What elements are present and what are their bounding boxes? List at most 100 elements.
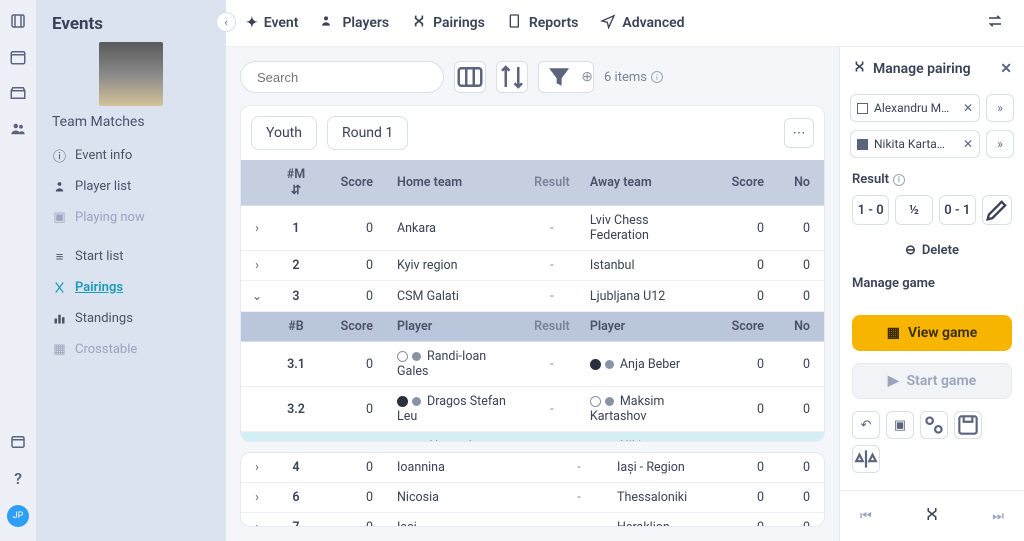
expand-icon[interactable]: ⌄ <box>241 281 273 312</box>
tab-event[interactable]: ✦Event <box>246 15 298 31</box>
col-away[interactable]: Away team <box>582 160 710 206</box>
category-select[interactable]: Youth <box>251 116 317 150</box>
start-game-button[interactable]: ▶Start game <box>852 363 1012 399</box>
pairings-icon <box>411 13 427 33</box>
col-sub-result[interactable]: Result <box>522 312 582 342</box>
board-row[interactable]: 3.20 Dragos Stefan Leu - Maksim Kartasho… <box>241 387 824 432</box>
users-icon[interactable] <box>9 120 27 138</box>
sort-button[interactable] <box>496 61 528 93</box>
sidebar-item-event-info[interactable]: ⓘEvent info <box>36 140 226 171</box>
remove-black-button[interactable]: ✕ <box>963 137 973 151</box>
balance-button[interactable] <box>852 445 880 473</box>
board-row[interactable]: 3.30 Alexandru Mohonea - Nikita Kartasho… <box>241 432 824 443</box>
color-dot-icon <box>590 396 601 407</box>
match-row[interactable]: › 10Ankara -Lviv Chess Federation00 <box>241 206 824 251</box>
match-row[interactable]: › 60Nicosia -Thessaloniki00 <box>241 483 824 513</box>
pairing-nav: ⏮ ⏭ <box>840 490 1024 541</box>
result-draw-button[interactable]: ½ <box>895 195 932 225</box>
swap-icon[interactable] <box>986 12 1004 34</box>
board-button[interactable]: ▣ <box>886 411 914 439</box>
reports-icon <box>507 13 523 33</box>
close-panel-button[interactable]: ✕ <box>1000 61 1012 77</box>
logo-icon[interactable] <box>9 12 27 30</box>
col-m[interactable]: #M ⇵ <box>273 160 319 206</box>
filter-button[interactable]: ⊕ <box>538 61 594 93</box>
match-row[interactable]: › 20Kyiv region -Istanbul00 <box>241 251 824 281</box>
user-avatar-badge[interactable]: JP <box>7 505 29 527</box>
next-button[interactable]: ⏭ <box>992 509 1004 524</box>
view-game-button[interactable]: ▦View game <box>852 315 1012 351</box>
color-dot-icon <box>590 359 601 370</box>
manage-game-label: Manage game <box>852 276 935 291</box>
result-edit-button[interactable] <box>982 195 1012 225</box>
black-player-chip[interactable]: Nikita Karta…✕ <box>850 130 980 158</box>
more-button[interactable]: ⋯ <box>784 118 814 148</box>
sidebar-item-crosstable[interactable]: ▦Crosstable <box>36 334 226 365</box>
sidebar-item-player-list[interactable]: Player list <box>36 171 226 202</box>
col-score1[interactable]: Score <box>319 160 389 206</box>
prev-button[interactable]: ⏮ <box>860 509 872 524</box>
expand-icon[interactable]: › <box>241 483 273 513</box>
event-name: Team Matches <box>36 114 226 140</box>
sidebar-item-standings[interactable]: Standings <box>36 303 226 334</box>
col-p2[interactable]: Player <box>582 312 710 342</box>
status-dot-icon <box>412 352 421 361</box>
col-sub-no[interactable]: No <box>780 312 824 342</box>
status-dot-icon <box>605 397 614 406</box>
result-0-1-button[interactable]: 0 - 1 <box>939 195 976 225</box>
info-icon: ⓘ <box>52 148 67 163</box>
window-icon[interactable] <box>9 433 27 451</box>
col-sub-score2[interactable]: Score <box>710 312 780 342</box>
swap-black-button[interactable]: » <box>986 130 1014 158</box>
delete-pairing-button[interactable]: ⊖Delete <box>840 235 1024 266</box>
col-sub-score1[interactable]: Score <box>319 312 389 342</box>
status-dot-icon <box>412 397 421 406</box>
help-icon[interactable]: ? <box>9 469 27 487</box>
tab-reports[interactable]: Reports <box>507 13 579 33</box>
save-button[interactable] <box>954 411 982 439</box>
tab-pairings[interactable]: Pairings <box>411 13 485 33</box>
tab-players[interactable]: Players <box>320 13 389 33</box>
remove-white-button[interactable]: ✕ <box>963 101 973 115</box>
swap-white-button[interactable]: » <box>986 94 1014 122</box>
center-nav-button[interactable] <box>923 505 941 527</box>
search-input-wrap[interactable] <box>240 61 444 93</box>
col-home[interactable]: Home team <box>389 160 522 206</box>
add-filter-icon: ⊕ <box>581 69 593 85</box>
white-player-chip[interactable]: Alexandru M…✕ <box>850 94 980 122</box>
settings-button[interactable] <box>920 411 948 439</box>
columns-button[interactable] <box>454 61 486 93</box>
result-1-0-button[interactable]: 1 - 0 <box>852 195 889 225</box>
board-row[interactable]: 3.10 Randi-Ioan Gales - Anja Beber 00 <box>241 342 824 387</box>
pairings-card: Youth Round 1 ⋯ #M ⇵ Score Home team Res… <box>240 105 825 442</box>
sidebar-item-pairings[interactable]: Pairings <box>36 272 226 303</box>
standings-icon <box>52 311 67 326</box>
collapse-sidebar-button[interactable]: ‹ <box>216 12 236 32</box>
col-score2[interactable]: Score <box>710 160 780 206</box>
calendar-icon[interactable] <box>9 48 27 66</box>
users-icon <box>320 13 336 33</box>
round-select[interactable]: Round 1 <box>327 116 408 150</box>
search-input[interactable] <box>257 70 433 85</box>
col-no[interactable]: No <box>780 160 824 206</box>
color-dot-icon <box>397 396 408 407</box>
items-count: 6 itemsi <box>604 70 663 85</box>
expand-icon[interactable]: › <box>241 251 273 281</box>
col-b[interactable]: #B <box>273 312 319 342</box>
expand-icon[interactable]: › <box>241 453 273 483</box>
archive-icon[interactable] <box>9 84 27 102</box>
toolbar: ⊕ 6 itemsi <box>240 61 825 93</box>
expand-icon[interactable]: › <box>241 513 273 527</box>
sidebar-item-playing-now[interactable]: ▣Playing now <box>36 202 226 233</box>
match-row[interactable]: › 40Ioannina -Iași - Region00 <box>241 453 824 483</box>
col-p1[interactable]: Player <box>389 312 522 342</box>
sidebar-item-start-list[interactable]: ≡Start list <box>36 241 226 272</box>
pairings-icon <box>852 59 867 78</box>
undo-button[interactable]: ↶ <box>852 411 880 439</box>
person-icon <box>52 179 67 194</box>
match-row[interactable]: ⌄ 30CSM Galati -Ljubljana U1200 <box>241 281 824 312</box>
tab-advanced[interactable]: Advanced <box>600 13 684 33</box>
expand-icon[interactable]: › <box>241 206 273 251</box>
col-result[interactable]: Result <box>522 160 582 206</box>
match-row[interactable]: › 70Iasi -Heraklion00 <box>241 513 824 527</box>
